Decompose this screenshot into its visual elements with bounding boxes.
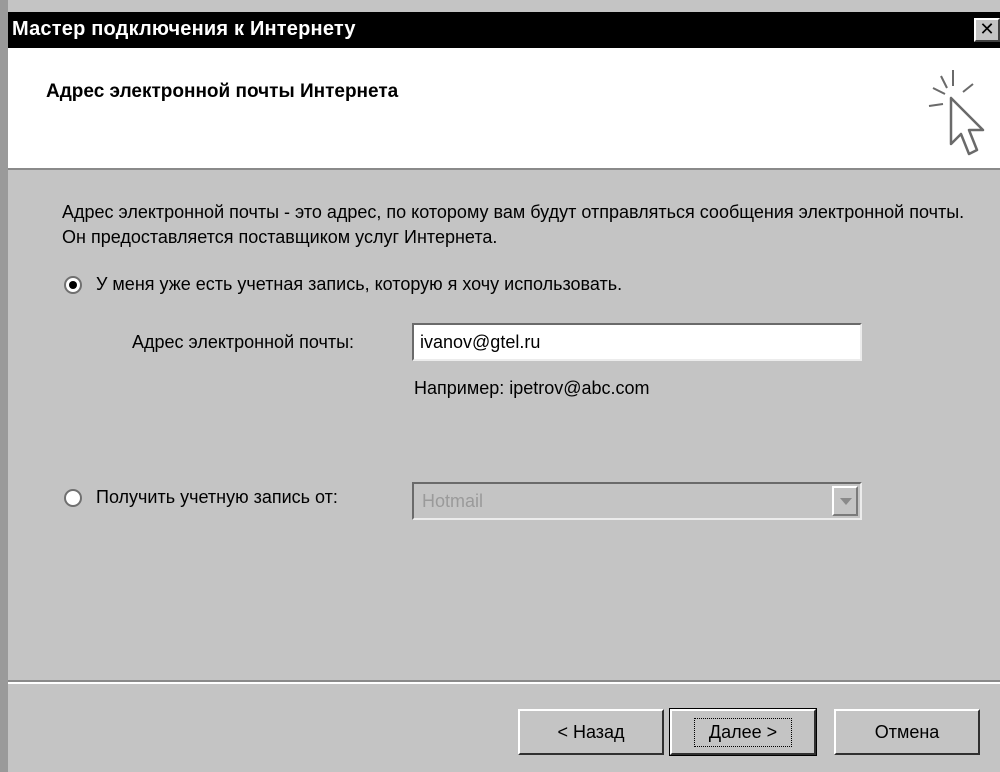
window-title: Мастер подключения к Интернету: [12, 18, 356, 40]
radio-get-account[interactable]: [64, 488, 82, 507]
provider-value: Hotmail: [422, 491, 484, 511]
wizard-cursor-icon: [928, 70, 985, 156]
title-bar[interactable]: Мастер подключения к Интернету ✕: [8, 12, 1000, 48]
back-button[interactable]: < Назад: [518, 709, 664, 755]
radio-selected-dot: [69, 280, 77, 289]
chevron-down-icon: [840, 498, 852, 505]
page-title: Адрес электронной почты Интернета: [46, 81, 399, 102]
option-existing-label: У меня уже есть учетная запись, которую …: [96, 274, 623, 294]
next-button-label: Далее >: [693, 717, 793, 747]
close-icon: ✕: [979, 19, 995, 39]
cancel-button-label: Отмена: [874, 721, 940, 742]
footer-divider: [8, 680, 1000, 684]
wizard-header: Адрес электронной почты Интернета: [8, 48, 1000, 170]
dropdown-button[interactable]: [832, 486, 858, 516]
cancel-button[interactable]: Отмена: [834, 709, 980, 755]
option-get-label: Получить учетную запись от:: [96, 487, 338, 507]
email-label: Адрес электронной почты:: [132, 332, 355, 352]
window-edge: [0, 0, 8, 772]
radio-existing-account[interactable]: [64, 275, 82, 294]
provider-dropdown[interactable]: Hotmail: [412, 482, 862, 520]
option-existing-account[interactable]: У меня уже есть учетная запись, которую …: [64, 274, 622, 295]
email-example: Например: ipetrov@abc.com: [414, 378, 650, 398]
close-button[interactable]: ✕: [974, 18, 1000, 42]
option-get-account[interactable]: Получить учетную запись от:: [64, 487, 338, 508]
back-button-label: < Назад: [557, 721, 625, 742]
next-button[interactable]: Далее >: [669, 708, 817, 756]
wizard-dialog: Мастер подключения к Интернету ✕ Адрес э…: [0, 0, 1000, 772]
description-text: Адрес электронной почты - это адрес, по …: [62, 202, 965, 247]
email-field[interactable]: [412, 323, 862, 361]
